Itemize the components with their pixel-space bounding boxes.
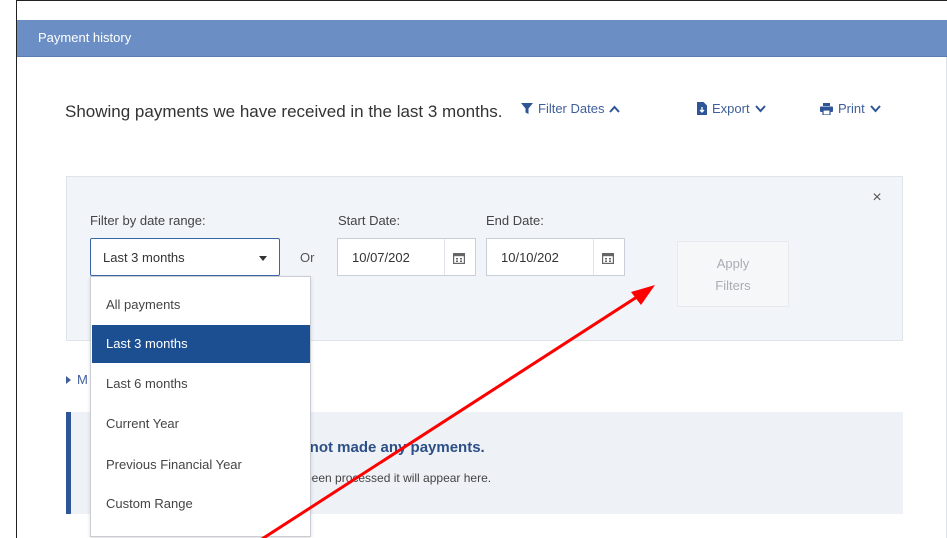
end-date-field[interactable]: 10/10/202 [486,238,625,276]
filter-dates-label: Filter Dates [538,101,605,116]
panel-title: Payment history [38,30,132,45]
dropdown-option-custom-range[interactable]: Custom Range [92,485,310,523]
end-date-label: End Date: [486,213,544,228]
end-date-value: 10/10/202 [501,250,559,265]
print-button[interactable]: Print [820,101,881,116]
chevron-up-icon [609,105,621,113]
more-options-label: M [77,372,88,387]
apply-label-line1: Apply [716,256,750,271]
calendar-icon[interactable] [453,251,466,269]
end-date-divider [593,239,594,275]
dropdown-option-previous-financial-year[interactable]: Previous Financial Year [92,446,310,484]
filter-icon [521,102,533,115]
date-range-label: Filter by date range: [90,213,206,228]
dropdown-option-last-6-months[interactable]: Last 6 months [92,365,310,403]
apply-label-line2: Filters [715,278,751,293]
notice-title: ly not made any payments. [293,439,485,456]
notice-text: been processed it will appear here. [305,471,492,485]
file-export-icon [697,102,707,115]
intro-text: Showing payments we have received in the… [65,102,503,121]
filter-dates-button[interactable]: Filter Dates [521,101,621,116]
apply-filters-button[interactable]: Apply Filters [677,241,789,307]
chevron-down-icon [754,104,766,113]
chevron-down-icon [869,104,881,113]
dropdown-option-current-year[interactable]: Current Year [92,405,310,443]
start-date-divider [444,239,445,275]
date-range-dropdown: All payments Last 3 months Last 6 months… [90,276,311,537]
date-range-value: Last 3 months [103,250,185,265]
caret-right-icon [66,372,71,387]
print-label: Print [838,101,865,116]
start-date-field[interactable]: 10/07/202 [337,238,476,276]
calendar-icon[interactable] [602,251,615,269]
dropdown-option-last-3-months[interactable]: Last 3 months [92,325,310,363]
close-filter-button[interactable]: × [870,190,884,206]
date-range-select[interactable]: Last 3 months [90,238,280,276]
panel-header: Payment history [17,20,947,57]
start-date-label: Start Date: [338,213,401,228]
more-options-link[interactable]: M [66,372,88,387]
export-label: Export [712,101,750,116]
start-date-value: 10/07/202 [352,250,410,265]
caret-down-icon [259,256,267,261]
or-label: Or [300,250,315,265]
export-button[interactable]: Export [697,101,766,116]
print-icon [820,102,833,115]
dropdown-option-all-payments[interactable]: All payments [92,286,310,324]
